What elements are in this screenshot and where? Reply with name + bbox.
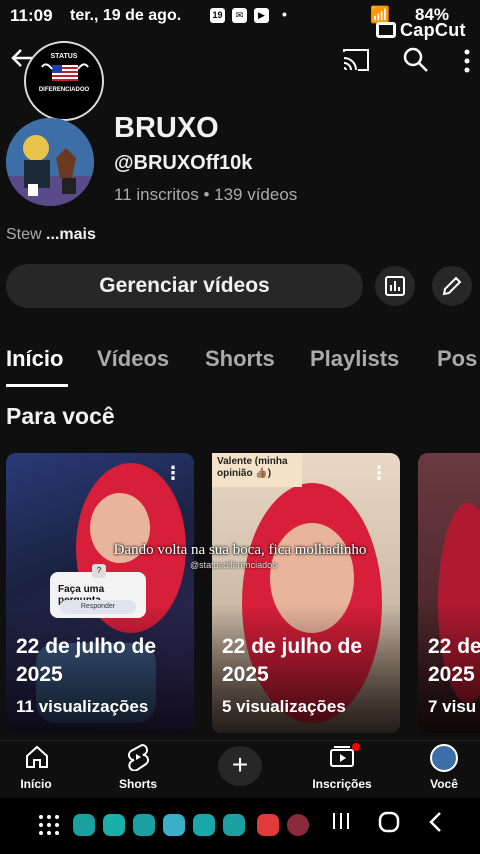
status-date: ter., 19 de ago. [70, 7, 182, 24]
gallery-app-icon[interactable] [163, 814, 185, 836]
nav-label: Inscrições [312, 777, 372, 791]
more-vert-icon[interactable] [458, 48, 476, 79]
phone-app-icon[interactable] [193, 814, 215, 836]
home-button[interactable] [377, 810, 401, 841]
settings-app-icon[interactable] [73, 814, 95, 836]
create-button[interactable]: + [218, 746, 262, 786]
capcut-text: CapCut [400, 20, 466, 40]
card-title: 22 de julho de 2025 [222, 635, 363, 686]
tab-posts[interactable]: Pos [437, 346, 477, 372]
avatar-icon [430, 744, 458, 772]
nav-inscricoes[interactable]: Inscrições [297, 741, 387, 799]
more-link[interactable]: ...mais [46, 226, 96, 243]
recent-app-icon[interactable] [287, 814, 309, 836]
card-title: 22 de 2025 [428, 635, 480, 686]
section-title: Para você [6, 403, 115, 429]
channel-stats: 11 inscritos • 139 vídeos [114, 185, 298, 204]
cast-icon[interactable] [342, 48, 370, 77]
edit-pencil-icon [442, 276, 462, 296]
nav-label: Shorts [118, 777, 157, 791]
capcut-logo-icon [376, 22, 396, 38]
search-icon[interactable] [402, 46, 430, 79]
capcut-watermark: CapCut [376, 20, 466, 41]
messages-app-icon[interactable] [133, 814, 155, 836]
nav-inicio[interactable]: Início [0, 741, 81, 799]
nav-shorts[interactable]: Shorts [93, 741, 183, 799]
notification-dot [352, 743, 360, 751]
youtube-notif-icon: ▶ [254, 8, 269, 23]
dot-icon: • [282, 6, 287, 22]
camera-app-icon[interactable] [223, 814, 245, 836]
calendar-notif-icon: 19 [210, 8, 225, 23]
question-sticker: ? Faça uma pergunta Responder [50, 564, 146, 618]
shorts-icon [128, 743, 149, 771]
badge-line-1: STATUS [50, 53, 78, 60]
description-text: Stew [6, 226, 42, 243]
chat-app-icon[interactable] [103, 814, 125, 836]
analytics-icon [385, 276, 405, 296]
nav-label: Você [430, 777, 458, 791]
app-drawer-icon[interactable] [38, 814, 60, 841]
video-card-2[interactable]: ⋮ 22 de julho de 2025 5 visualizações [212, 453, 400, 733]
analytics-button[interactable] [375, 266, 415, 306]
video-caption-overlay: Dando volta na sua boca, fica molhadinho [113, 542, 367, 558]
tab-videos[interactable]: Vídeos [97, 346, 169, 372]
edit-button[interactable] [432, 266, 472, 306]
capcut-app-icon[interactable] [257, 814, 279, 836]
card-title: 22 de julho de 2025 [16, 635, 157, 686]
card-more-icon[interactable]: ⋮ [370, 463, 388, 484]
channel-handle: @BRUXOff10k [114, 152, 253, 174]
tab-playlists[interactable]: Playlists [310, 346, 399, 372]
caption-handle-overlay: @statusdiferenciadoo [190, 560, 278, 570]
card-more-icon[interactable]: ⋮ [164, 463, 182, 484]
nav-label: Início [20, 777, 52, 791]
channel-avatar[interactable] [6, 118, 94, 206]
active-tab-indicator [6, 384, 68, 387]
badge-line-2: DIFERENCIADOO [38, 87, 90, 93]
manage-videos-button[interactable]: Gerenciar vídeos [6, 264, 363, 308]
tab-inicio[interactable]: Início [6, 346, 63, 372]
home-icon [26, 745, 48, 768]
card-views: 5 visualizações [222, 697, 346, 716]
channel-name: BRUXO [114, 112, 219, 144]
question-icon: ? [92, 564, 106, 578]
channel-badge-logo: STATUS DIFERENCIADOO [24, 41, 104, 121]
card-views: 11 visualizações [16, 697, 149, 716]
video-card-3[interactable]: 22 de 2025 7 visu [418, 453, 480, 733]
channel-description[interactable]: Stew ...mais [6, 226, 96, 244]
question-reply-button: Responder [60, 600, 136, 614]
card-label-sticker: Valente (minha opinião 👍🏽) [212, 453, 302, 487]
chat-notif-icon: ✉ [232, 8, 247, 23]
card-views: 7 visu [428, 697, 477, 716]
nav-voce[interactable]: Você [399, 741, 480, 799]
back-button[interactable] [428, 810, 444, 841]
recents-button[interactable] [330, 810, 352, 839]
tab-shorts[interactable]: Shorts [205, 346, 275, 372]
status-time: 11:09 [10, 6, 53, 25]
